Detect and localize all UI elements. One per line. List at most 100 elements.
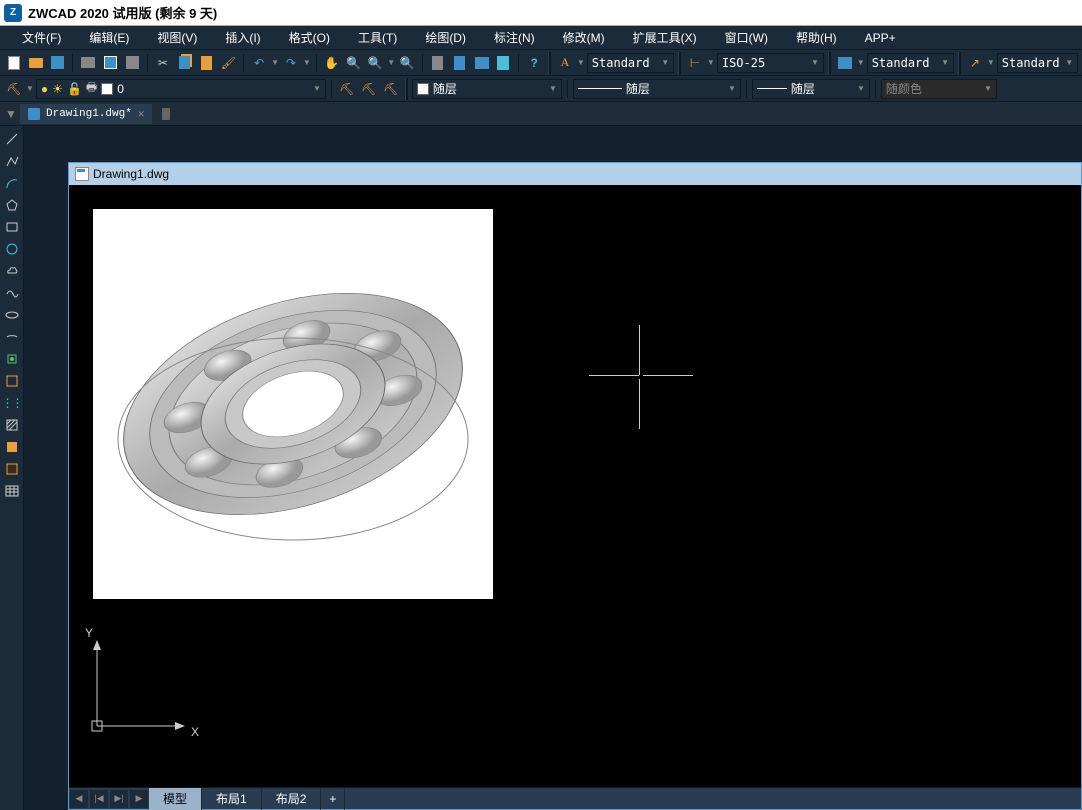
menu-file[interactable]: 文件(F) xyxy=(8,29,75,46)
print-button[interactable] xyxy=(78,53,98,73)
table-tool[interactable] xyxy=(3,482,21,500)
color-swatch xyxy=(417,83,429,95)
pan-button[interactable]: ✋ xyxy=(322,53,342,73)
table-style-select[interactable]: Standard▼ xyxy=(867,53,954,73)
undo-button[interactable]: ↶ xyxy=(249,53,269,73)
menu-edit[interactable]: 编辑(E) xyxy=(75,29,143,46)
publish-button[interactable] xyxy=(122,53,142,73)
file-icon xyxy=(28,108,40,120)
redo-button[interactable]: ↷ xyxy=(281,53,301,73)
menu-ext[interactable]: 扩展工具(X) xyxy=(619,29,711,46)
new-tab-button[interactable] xyxy=(154,104,178,124)
properties-button[interactable] xyxy=(450,53,470,73)
make-block-tool[interactable] xyxy=(3,372,21,390)
model-preview-image xyxy=(93,209,493,599)
close-icon[interactable]: ✕ xyxy=(138,107,145,121)
ucs-icon: Y X xyxy=(79,626,199,749)
viewport[interactable]: Y X xyxy=(69,185,1081,787)
gradient-tool[interactable] xyxy=(3,438,21,456)
file-icon xyxy=(162,108,170,120)
dim-style-select[interactable]: ISO-25▼ xyxy=(717,53,824,73)
circle-tool[interactable] xyxy=(3,240,21,258)
menu-view[interactable]: 视图(V) xyxy=(143,29,211,46)
new-file-button[interactable] xyxy=(4,53,24,73)
color-select[interactable]: 随层▼ xyxy=(412,79,562,99)
paste-button[interactable] xyxy=(197,53,217,73)
dim-style-icon[interactable]: ⊢ xyxy=(685,53,705,73)
layer-freeze-icon: ☀ xyxy=(52,82,63,96)
layout-last-button[interactable]: ▶ xyxy=(130,790,148,808)
mleader-style-icon[interactable]: ↗ xyxy=(965,53,985,73)
rect-tool[interactable] xyxy=(3,218,21,236)
tool-palettes-button[interactable] xyxy=(493,53,513,73)
ellipse-arc-tool[interactable] xyxy=(3,328,21,346)
help-button[interactable]: ? xyxy=(524,53,544,73)
menu-insert[interactable]: 插入(I) xyxy=(211,29,274,46)
layer-on-icon: ● xyxy=(41,82,48,96)
pline-tool[interactable] xyxy=(3,152,21,170)
linetype-select[interactable]: 随层▼ xyxy=(573,79,741,99)
layer-state-button[interactable]: ⛏ xyxy=(359,79,379,99)
table-style-icon[interactable] xyxy=(835,53,855,73)
document-title-bar[interactable]: Drawing1.dwg xyxy=(69,163,1081,185)
zoom-realtime-button[interactable]: 🔍 xyxy=(344,53,364,73)
calc-button[interactable] xyxy=(428,53,448,73)
tab-layout1[interactable]: 布局1 xyxy=(202,788,262,810)
print-preview-button[interactable] xyxy=(100,53,120,73)
text-style-icon[interactable]: A xyxy=(555,53,575,73)
line-tool[interactable] xyxy=(3,130,21,148)
match-props-button[interactable]: 🖌 xyxy=(218,53,238,73)
layer-manager-button[interactable]: ⛏ xyxy=(4,79,24,99)
menu-window[interactable]: 窗口(W) xyxy=(711,29,782,46)
text-style-select[interactable]: Standard▼ xyxy=(587,53,674,73)
design-center-button[interactable] xyxy=(472,53,492,73)
layer-prev-button[interactable]: ⛏ xyxy=(337,79,357,99)
add-layout-button[interactable]: + xyxy=(321,788,345,810)
ellipse-tool[interactable] xyxy=(3,306,21,324)
document-window: Drawing1.dwg xyxy=(68,162,1082,810)
tab-scroll-left[interactable]: ▼ xyxy=(4,107,18,121)
menu-help[interactable]: 帮助(H) xyxy=(782,29,851,46)
region-tool[interactable] xyxy=(3,460,21,478)
tab-model[interactable]: 模型 xyxy=(149,788,202,810)
zoom-window-button[interactable]: 🔍 xyxy=(365,53,385,73)
layer-color-swatch xyxy=(101,83,113,95)
menu-tools[interactable]: 工具(T) xyxy=(344,29,411,46)
mleader-style-select[interactable]: Standard▼ xyxy=(997,53,1078,73)
layout-next-button[interactable]: ▶| xyxy=(110,790,128,808)
layer-plot-icon: 🖶 xyxy=(86,78,97,99)
linetype-preview-icon xyxy=(578,88,622,89)
tab-layout2[interactable]: 布局2 xyxy=(262,788,322,810)
menu-bar: 文件(F) 编辑(E) 视图(V) 插入(I) 格式(O) 工具(T) 绘图(D… xyxy=(0,26,1082,50)
layer-iso-button[interactable]: ⛏ xyxy=(381,79,401,99)
polygon-tool[interactable] xyxy=(3,196,21,214)
copy-button[interactable] xyxy=(175,53,195,73)
menu-modify[interactable]: 修改(M) xyxy=(549,29,619,46)
layer-select[interactable]: ● ☀ 🔓 🖶 0 ▼ xyxy=(36,79,326,99)
zoom-prev-button[interactable]: 🔍 xyxy=(397,53,417,73)
menu-app[interactable]: APP+ xyxy=(851,31,910,45)
layout-tab-strip: ◀ |◀ ▶| ▶ 模型 布局1 布局2 + xyxy=(69,787,1081,809)
open-file-button[interactable] xyxy=(26,53,46,73)
save-button[interactable] xyxy=(48,53,68,73)
insert-block-tool[interactable] xyxy=(3,350,21,368)
hatch-tool[interactable] xyxy=(3,416,21,434)
spline-tool[interactable] xyxy=(3,284,21,302)
cut-button[interactable]: ✂ xyxy=(153,53,173,73)
lineweight-select[interactable]: 随层▼ xyxy=(752,79,870,99)
menu-dimension[interactable]: 标注(N) xyxy=(480,29,549,46)
arc-tool[interactable] xyxy=(3,174,21,192)
menu-format[interactable]: 格式(O) xyxy=(275,29,344,46)
menu-draw[interactable]: 绘图(D) xyxy=(411,29,480,46)
layout-first-button[interactable]: ◀ xyxy=(70,790,88,808)
revcloud-tool[interactable] xyxy=(3,262,21,280)
document-tab-strip: ▼ Drawing1.dwg* ✕ xyxy=(0,102,1082,126)
point-tool[interactable]: ⋮⋮ xyxy=(3,394,21,412)
toolbar-standard: ✂ 🖌 ↶ ▼ ↷ ▼ ✋ 🔍 🔍 ▼ 🔍 ? A ▼ Standard▼ ⊢ … xyxy=(0,50,1082,76)
plotstyle-select[interactable]: 随颜色▼ xyxy=(881,79,997,99)
window-title: ZWCAD 2020 试用版 (剩余 9 天) xyxy=(28,3,217,22)
toolbar-layers: ⛏ ▼ ● ☀ 🔓 🖶 0 ▼ ⛏ ⛏ ⛏ 随层▼ 随层▼ 随层▼ 随颜色▼ xyxy=(0,76,1082,102)
canvas-area: Drawing1.dwg xyxy=(24,126,1082,810)
layout-prev-button[interactable]: |◀ xyxy=(90,790,108,808)
tab-drawing1[interactable]: Drawing1.dwg* ✕ xyxy=(20,104,152,124)
